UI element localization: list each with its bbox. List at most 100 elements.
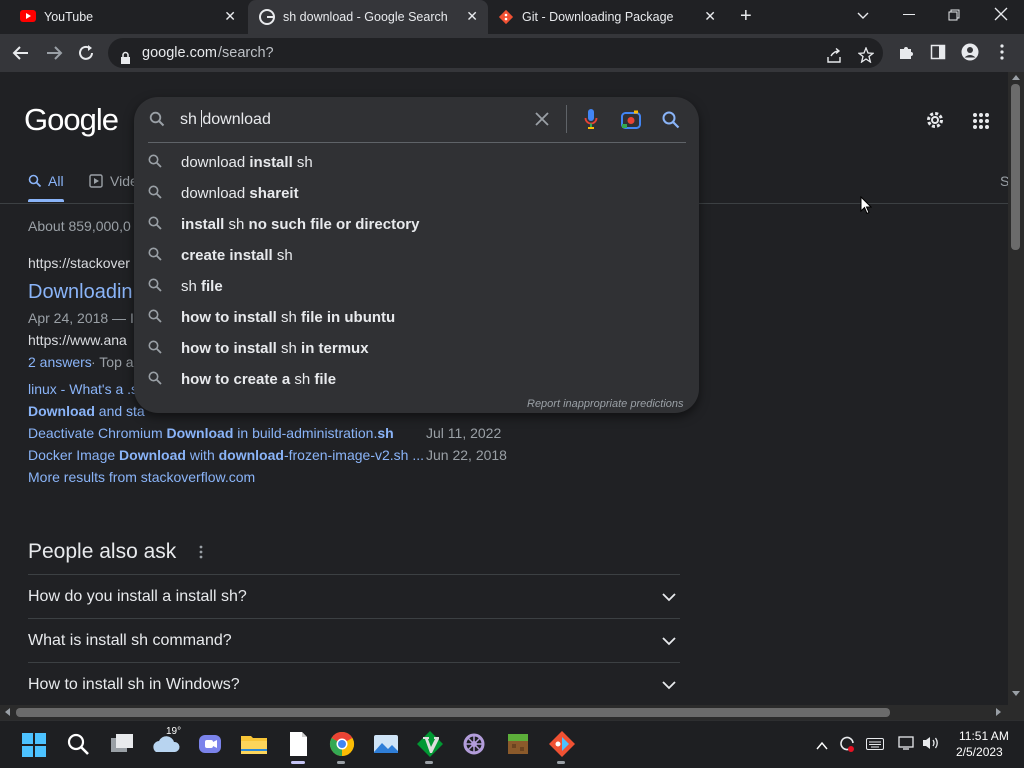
minecraft-icon[interactable] [502,728,534,760]
more-results-link[interactable]: More results from stackoverflow.com [28,469,255,485]
side-panel-icon[interactable] [930,44,946,65]
apps-grid-icon[interactable] [972,112,990,135]
result-url-2: https://www.ana [28,332,127,348]
sublink-4[interactable]: Docker Image Download with download-froz… [28,447,424,463]
suggestion-item[interactable]: how to install sh file in ubuntu [134,302,699,333]
settings-gear-icon[interactable] [925,110,945,135]
new-tab-button[interactable]: + [740,5,752,28]
suggestion-item[interactable]: how to install sh in termux [134,333,699,364]
suggestion-item[interactable]: install sh no such file or directory [134,209,699,240]
lens-camera-icon[interactable] [621,110,641,134]
extensions-puzzle-icon[interactable] [898,44,914,65]
taskbar-search-icon[interactable] [62,728,94,760]
suggestion-text: how to install sh file in ubuntu [181,309,396,326]
active-app-indicator [291,761,305,764]
suggestion-item[interactable]: how to create a sh file [134,364,699,395]
suggestion-item[interactable]: download shareit [134,178,699,209]
suggestion-text: install sh no such file or directory [181,216,420,233]
vertical-scrollbar[interactable] [1008,72,1024,705]
url-domain: google.com [142,45,217,61]
horizontal-scroll-thumb[interactable] [16,708,890,717]
teams-chat-icon[interactable] [194,728,226,760]
profile-icon[interactable] [961,43,979,66]
restore-button[interactable] [948,8,960,26]
back-arrow-icon[interactable] [12,44,30,67]
photos-icon[interactable] [370,728,402,760]
sublink-3-date: Jul 11, 2022 [426,425,502,441]
tab-active-indicator [28,199,64,202]
paa-more-icon[interactable] [198,545,204,564]
video-icon [89,174,103,193]
search-input[interactable]: sh download [180,110,271,129]
sublink-3[interactable]: Deactivate Chromium Download in build-ad… [28,425,394,441]
clear-search-icon[interactable] [535,112,549,131]
git-gui-icon[interactable] [546,728,578,760]
suggestion-item[interactable]: download install sh [134,147,699,178]
scroll-up-arrow[interactable] [1012,75,1020,80]
tab-tools-partial[interactable]: S [1000,173,1008,189]
horizontal-scrollbar[interactable] [0,705,1008,720]
scrollbar-corner [1008,705,1024,720]
sublink-2[interactable]: Download and sta [28,403,145,419]
search-submit-icon[interactable] [662,111,680,134]
search-small-icon [28,174,42,193]
youtube-icon [20,10,36,25]
scroll-right-arrow[interactable] [996,708,1001,716]
sync-icon[interactable] [837,734,857,759]
tab-search-icon[interactable] [856,9,870,28]
scroll-left-arrow[interactable] [5,708,10,716]
suggestion-item[interactable]: create install sh [134,240,699,271]
vertical-scroll-thumb[interactable] [1011,84,1020,250]
scroll-down-arrow[interactable] [1012,691,1020,696]
bookmark-star-icon[interactable] [857,44,875,74]
network-icon[interactable] [898,735,916,756]
paa-question[interactable]: How do you install a install sh? [28,575,680,619]
chevron-down-icon [662,589,676,607]
voice-search-mic-icon[interactable] [584,108,598,135]
close-window-button[interactable] [994,7,1008,26]
reload-icon[interactable] [77,44,95,67]
suggestion-item[interactable]: sh file [134,271,699,302]
chrome-icon[interactable] [326,728,358,760]
running-app-indicator [425,761,433,764]
app-wheel-icon[interactable] [458,728,490,760]
google-logo[interactable]: Google [24,102,119,138]
result-cite: https://stackover [28,255,130,271]
keyboard-icon[interactable] [866,737,884,755]
tab-label: YouTube [44,10,94,24]
file-explorer-icon[interactable] [238,728,270,760]
report-predictions-link[interactable]: Report inappropriate predictions [527,398,684,410]
paa-question[interactable]: What is install sh command? [28,619,680,663]
result-title[interactable]: Downloadin [28,281,133,304]
sublink-1[interactable]: linux - What's a .s [28,381,138,397]
share-icon[interactable] [826,45,842,75]
running-app-indicator [557,761,565,764]
tab-all[interactable]: All [48,173,64,189]
address-bar[interactable]: google.com /search?q=sh+download&rlz=1C1… [108,38,883,91]
git-icon [498,9,514,28]
windows-start-icon[interactable] [18,728,50,760]
close-tab-icon[interactable]: ✕ [466,8,478,24]
clock-date[interactable]: 2/5/2023 [956,745,1003,759]
paa-question[interactable]: How to install sh in Windows? [28,663,680,705]
task-view-icon[interactable] [106,728,138,760]
vim-icon[interactable] [414,728,446,760]
tab-label: sh download - Google Search [283,10,448,24]
tray-chevron-up-icon[interactable] [816,738,828,756]
answers-link[interactable]: 2 answers [28,354,92,370]
notepad-icon[interactable] [282,728,314,760]
search-icon [148,278,162,297]
tab-youtube[interactable]: YouTube ✕ [8,0,246,34]
minimize-button[interactable] [903,14,915,15]
tab-google-search[interactable]: sh download - Google Search ✕ [248,0,488,34]
volume-icon[interactable] [922,735,940,756]
tab-git-download[interactable]: Git - Downloading Package ✕ [488,0,726,34]
close-tab-icon[interactable]: ✕ [704,8,716,24]
suggestion-text: how to install sh in termux [181,340,369,357]
google-g-icon [259,9,275,28]
close-tab-icon[interactable]: ✕ [224,8,236,24]
forward-arrow-icon[interactable] [45,44,63,67]
clock-time[interactable]: 11:51 AM [959,729,1009,743]
weather-widget-icon[interactable]: 19° [150,726,182,760]
kebab-menu-icon[interactable] [999,44,1005,65]
